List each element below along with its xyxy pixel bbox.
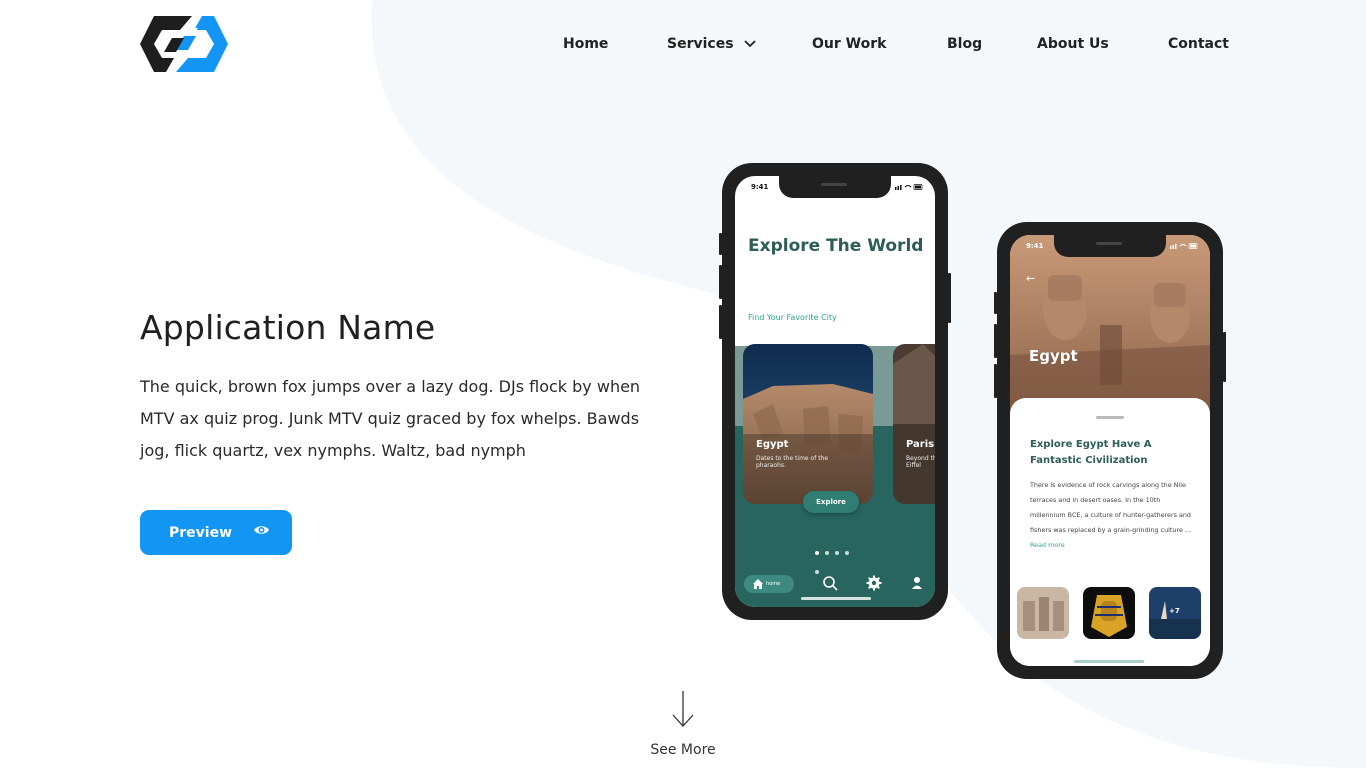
phone-screen: ← Egypt 9:41 Explore Egypt Have A Fantas…	[1010, 235, 1210, 666]
home-indicator	[1074, 660, 1144, 663]
detail-body: There is evidence of rock carvings along…	[1030, 481, 1191, 534]
status-time: 9:41	[751, 183, 769, 191]
card-description: Beyond the Eiffel	[906, 455, 935, 469]
gallery-thumb[interactable]	[1017, 587, 1069, 639]
abu-simbel-photo	[1010, 235, 1210, 420]
phone-mockup-egypt: ← Egypt 9:41 Explore Egypt Have A Fantas…	[994, 222, 1226, 679]
search-icon[interactable]	[822, 575, 838, 591]
phone-side-button	[1223, 332, 1226, 382]
phone-side-button	[994, 364, 997, 398]
phone-notch	[779, 176, 891, 198]
temple-photo	[1017, 587, 1069, 639]
phone-side-button	[948, 273, 951, 323]
detail-sheet: Explore Egypt Have A Fantastic Civilizat…	[1010, 398, 1210, 666]
carousel-dot[interactable]	[845, 551, 849, 555]
card-description: Dates to the time of the pharaohs.	[756, 455, 829, 469]
app-subtitle: Find Your Favorite City	[748, 313, 837, 322]
gallery-thumb-more[interactable]: +7	[1149, 587, 1201, 639]
paris-photo	[893, 344, 935, 504]
sheet-handle[interactable]	[1096, 416, 1124, 419]
nav-home[interactable]: Home	[563, 36, 608, 52]
phone-side-button	[719, 233, 722, 255]
nav-services[interactable]: Services	[667, 36, 756, 52]
card-title: Egypt	[756, 439, 789, 450]
gear-icon[interactable]	[866, 575, 882, 591]
eye-icon	[254, 526, 269, 534]
card-title: Paris	[906, 439, 935, 450]
phone-side-button	[994, 292, 997, 314]
tab-home[interactable]: home	[744, 575, 794, 593]
hero-label: Egypt	[1029, 347, 1078, 365]
carousel-dot[interactable]	[825, 551, 829, 555]
detail-text: There is evidence of rock carvings along…	[1030, 478, 1195, 553]
egypt-hero-photo: ← Egypt	[1010, 235, 1210, 420]
nav-blog[interactable]: Blog	[947, 36, 982, 52]
home-indicator	[801, 597, 871, 600]
nav-services-label: Services	[667, 36, 734, 52]
preview-button[interactable]: Preview	[140, 510, 292, 555]
phone-side-button	[719, 305, 722, 339]
read-more-link[interactable]: Read more	[1030, 541, 1065, 549]
city-card-egypt[interactable]: Egypt Dates to the time of the pharaohs.	[743, 344, 873, 504]
more-count: +7	[1169, 607, 1180, 615]
city-card-paris[interactable]: Paris Beyond the Eiffel	[893, 344, 935, 504]
phone-notch	[1054, 235, 1166, 257]
nav-about-us[interactable]: About Us	[1037, 36, 1109, 52]
status-icons	[895, 184, 923, 190]
hero-description: The quick, brown fox jumps over a lazy d…	[140, 377, 641, 460]
carousel-dot[interactable]	[835, 551, 839, 555]
egypt-photo	[743, 344, 873, 504]
phone-side-button	[994, 324, 997, 358]
gallery-thumb[interactable]	[1083, 587, 1135, 639]
arrow-down-icon	[672, 691, 694, 727]
phone-side-button	[719, 265, 722, 299]
home-icon	[753, 579, 763, 589]
golden-mask-photo	[1083, 587, 1135, 639]
nav-contact[interactable]: Contact	[1168, 36, 1229, 52]
detail-title: Explore Egypt Have A Fantastic Civilizat…	[1030, 439, 1152, 466]
nav-our-work[interactable]: Our Work	[812, 36, 886, 52]
status-icons	[1170, 243, 1198, 249]
tab-home-label: home	[766, 581, 781, 587]
hero-title: Application Name	[140, 308, 436, 347]
user-icon[interactable]	[911, 575, 923, 591]
explore-button[interactable]: Explore	[803, 491, 859, 513]
see-more-link[interactable]: See More	[640, 690, 726, 758]
logo-icon[interactable]	[140, 16, 228, 72]
back-arrow-icon[interactable]: ←	[1026, 272, 1035, 285]
see-more-label: See More	[650, 742, 716, 758]
carousel-dot[interactable]	[815, 551, 819, 555]
status-time: 9:41	[1026, 242, 1044, 250]
app-title: Explore The World	[748, 236, 924, 256]
phone-mockup-explore: 9:41 Explore The World Find Your Favorit…	[719, 163, 951, 620]
phone-screen: 9:41 Explore The World Find Your Favorit…	[735, 176, 935, 607]
chevron-down-icon	[743, 40, 756, 48]
carousel-dots	[815, 540, 859, 574]
preview-button-label: Preview	[169, 524, 233, 541]
